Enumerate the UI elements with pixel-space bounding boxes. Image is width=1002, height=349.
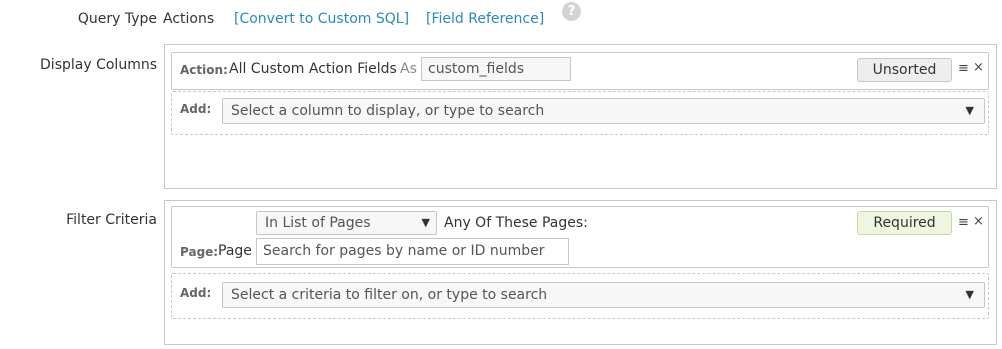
filter-criteria-label: Filter Criteria <box>66 212 157 228</box>
chevron-down-icon: ▼ <box>965 104 974 117</box>
add-filter-label: Add: <box>180 286 212 300</box>
chevron-down-icon: ▼ <box>965 288 974 301</box>
chevron-down-icon: ▼ <box>421 216 430 229</box>
filter-operator-suffix: Any Of These Pages: <box>444 215 588 231</box>
display-columns-panel: Action: All Custom Action Fields As cust… <box>164 44 997 189</box>
column-alias-input[interactable]: custom_fields <box>421 57 571 81</box>
sort-button[interactable]: Unsorted <box>857 58 952 82</box>
query-type-value: Actions <box>163 11 215 27</box>
add-filter-row: Add: Select a criteria to filter on, or … <box>171 273 989 319</box>
filter-menu-icon[interactable]: ≡ <box>958 215 969 230</box>
add-column-select[interactable]: Select a column to display, or type to s… <box>222 98 985 124</box>
page-search-input[interactable]: Search for pages by name or ID number <box>256 238 569 265</box>
column-type-label: Action: <box>180 63 228 77</box>
display-columns-label: Display Columns <box>40 57 157 73</box>
filter-remove-icon[interactable]: × <box>973 214 984 229</box>
filter-type-label: Page: <box>180 245 219 259</box>
convert-to-custom-sql-link[interactable]: [Convert to Custom SQL] <box>234 11 409 27</box>
filter-operator-select[interactable]: In List of Pages ▼ <box>256 211 437 235</box>
required-button[interactable]: Required <box>857 211 952 235</box>
add-column-placeholder: Select a column to display, or type to s… <box>231 103 545 119</box>
help-icon[interactable]: ? <box>562 2 581 21</box>
add-column-row: Add: Select a column to display, or type… <box>171 91 989 135</box>
field-reference-link[interactable]: [Field Reference] <box>426 11 544 27</box>
filter-operator-value: In List of Pages <box>265 215 371 231</box>
column-menu-icon[interactable]: ≡ <box>958 61 969 76</box>
add-filter-placeholder: Select a criteria to filter on, or type … <box>231 287 548 303</box>
column-remove-icon[interactable]: × <box>973 60 984 75</box>
filter-row: In List of Pages ▼ Any Of These Pages: R… <box>171 206 989 268</box>
add-column-label: Add: <box>180 102 212 116</box>
column-field-text: All Custom Action Fields <box>229 61 397 77</box>
add-filter-select[interactable]: Select a criteria to filter on, or type … <box>222 282 985 308</box>
query-type-label: Query Type <box>77 11 157 27</box>
filter-field-text: Page <box>218 243 252 259</box>
column-row: Action: All Custom Action Fields As cust… <box>171 52 989 90</box>
filter-criteria-panel: In List of Pages ▼ Any Of These Pages: R… <box>164 200 997 345</box>
column-as-text: As <box>400 61 417 77</box>
